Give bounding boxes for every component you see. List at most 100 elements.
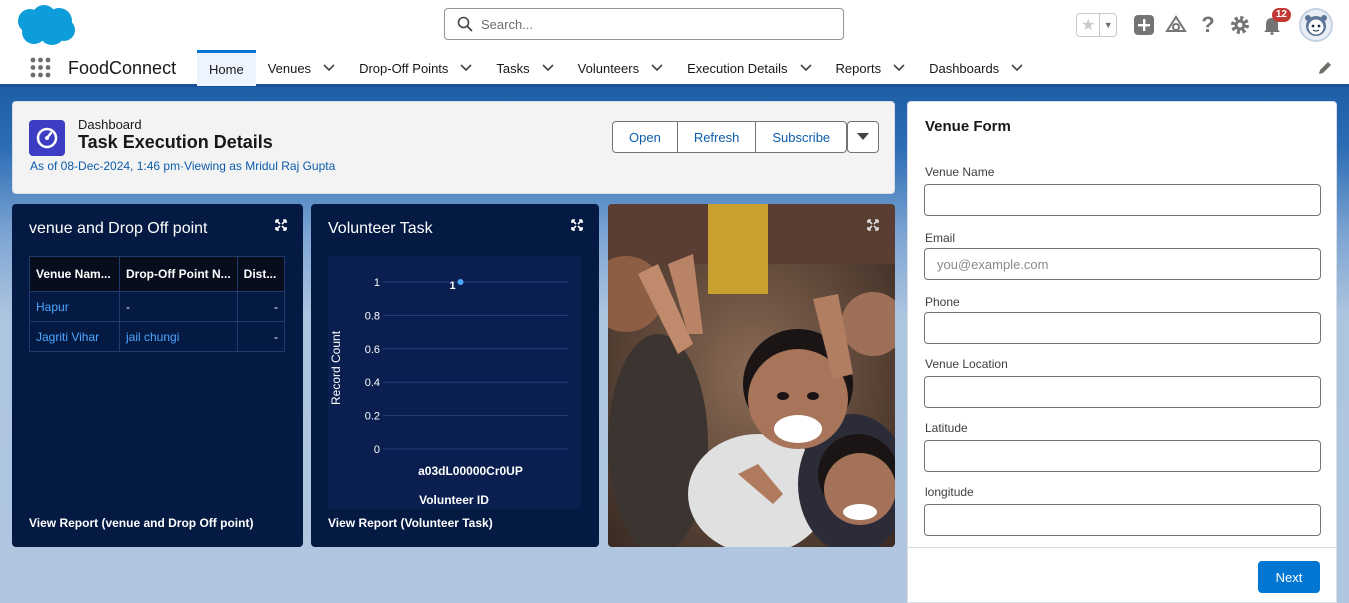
chevron-down-icon[interactable] bbox=[460, 64, 472, 72]
chevron-down-icon[interactable] bbox=[651, 64, 663, 72]
table-row: Hapur - - bbox=[29, 291, 286, 322]
page-title: Task Execution Details bbox=[78, 132, 273, 152]
table-cell-link[interactable]: Hapur bbox=[29, 291, 120, 322]
tab-reports[interactable]: Reports bbox=[824, 50, 918, 86]
dashboard-header: Dashboard Task Execution Details As of 0… bbox=[12, 101, 895, 194]
tab-home[interactable]: Home bbox=[197, 50, 256, 86]
dashboard-timestamp: As of 08-Dec-2024, 1:46 pm·Viewing as Mr… bbox=[30, 159, 336, 173]
table-cell: - bbox=[236, 321, 286, 352]
phone-label: Phone bbox=[925, 295, 960, 309]
phone-field[interactable] bbox=[924, 312, 1321, 344]
y-tick-label: 0.6 bbox=[365, 344, 380, 356]
notifications-button[interactable]: 12 bbox=[1261, 8, 1291, 36]
y-axis-label: Record Count bbox=[329, 330, 343, 405]
column-header[interactable]: Drop-Off Point N... bbox=[119, 256, 238, 292]
latitude-field[interactable] bbox=[924, 440, 1321, 472]
view-report-link[interactable]: View Report (venue and Drop Off point) bbox=[29, 516, 253, 530]
column-header[interactable]: Venue Nam... bbox=[29, 256, 120, 292]
star-icon[interactable]: ★ bbox=[1077, 14, 1101, 36]
children-photo bbox=[608, 204, 895, 547]
table-cell: - bbox=[119, 291, 238, 322]
volunteer-task-chart: 0 0.2 0.4 0.6 0.8 1 1 a03dL00000Cr0UP Volunteer … bbox=[328, 256, 581, 509]
refresh-button[interactable]: Refresh bbox=[678, 122, 757, 152]
trailhead-button[interactable] bbox=[1165, 14, 1187, 36]
avatar[interactable] bbox=[1299, 8, 1333, 42]
tab-volunteers[interactable]: Volunteers bbox=[566, 50, 675, 86]
chevron-down-icon[interactable] bbox=[799, 64, 812, 72]
caret-down-icon bbox=[857, 133, 869, 140]
venue-form-panel: Venue Form Venue Name Email Phone Venue … bbox=[907, 101, 1337, 603]
chevron-down-icon[interactable] bbox=[542, 64, 554, 72]
tab-label: Venues bbox=[267, 60, 312, 76]
notification-badge: 12 bbox=[1271, 8, 1291, 22]
widget-volunteer-task: Volunteer Task 0 0.2 0.4 0.6 0.8 1 1 a03dL00000… bbox=[311, 204, 599, 547]
y-tick-label: 1 bbox=[374, 277, 380, 289]
children-photo-image bbox=[608, 204, 895, 547]
tab-label: Reports bbox=[835, 60, 882, 76]
subscribe-button[interactable]: Subscribe bbox=[756, 122, 846, 152]
venue-name-field[interactable] bbox=[924, 184, 1321, 216]
salesforce-logo[interactable] bbox=[14, 4, 76, 46]
dashboard-icon bbox=[29, 120, 65, 156]
chevron-down-icon[interactable] bbox=[323, 64, 335, 72]
help-button[interactable]: ? bbox=[1197, 12, 1219, 37]
tab-label: Tasks bbox=[496, 60, 530, 76]
favorites-button[interactable]: ★ ▼ bbox=[1076, 13, 1117, 37]
app-navigation-bar: FoodConnect Home Venues Drop-Off Points … bbox=[0, 50, 1349, 87]
chart-svg: 0 0.2 0.4 0.6 0.8 1 1 a03dL00000Cr0UP Volunteer … bbox=[329, 277, 568, 507]
global-actions-button[interactable] bbox=[1133, 14, 1155, 36]
search-icon bbox=[457, 16, 473, 32]
tab-dashboards[interactable]: Dashboards bbox=[917, 50, 1035, 86]
dashboard-actions: Open Refresh Subscribe bbox=[612, 121, 848, 153]
tab-label: Dashboards bbox=[929, 60, 1000, 76]
tab-label: Home bbox=[209, 62, 244, 77]
tab-execution-details[interactable]: Execution Details bbox=[675, 50, 823, 86]
data-label: 1 bbox=[449, 280, 455, 292]
tab-label: Execution Details bbox=[687, 60, 788, 76]
venue-location-field[interactable] bbox=[924, 376, 1321, 408]
tab-drop-off-points[interactable]: Drop-Off Points bbox=[347, 50, 484, 86]
more-actions-button[interactable] bbox=[847, 121, 879, 153]
venue-table: Venue Nam... Drop-Off Point N... Dist...… bbox=[29, 256, 286, 352]
table-cell-link[interactable]: jail chungi bbox=[119, 321, 238, 352]
y-tick-label: 0.2 bbox=[365, 411, 380, 423]
user-avatar-icon bbox=[1301, 10, 1331, 40]
column-header[interactable]: Dist... bbox=[236, 256, 286, 292]
tab-venues[interactable]: Venues bbox=[256, 50, 347, 86]
widget-title: venue and Drop Off point bbox=[29, 220, 208, 237]
edit-nav-pencil-icon[interactable] bbox=[1317, 60, 1333, 76]
open-button[interactable]: Open bbox=[613, 122, 678, 152]
tab-tasks[interactable]: Tasks bbox=[484, 50, 565, 86]
expand-icon[interactable] bbox=[867, 219, 879, 231]
longitude-field[interactable] bbox=[924, 504, 1321, 536]
footer-divider bbox=[908, 547, 1336, 548]
global-search[interactable]: Search... bbox=[444, 8, 844, 40]
help-icon: ? bbox=[1201, 12, 1215, 37]
expand-icon[interactable] bbox=[571, 219, 583, 231]
tab-label: Drop-Off Points bbox=[359, 60, 449, 76]
chevron-down-icon[interactable] bbox=[893, 64, 905, 72]
y-tick-label: 0.8 bbox=[365, 310, 380, 322]
data-point bbox=[457, 279, 464, 285]
chevron-down-icon[interactable] bbox=[1011, 64, 1023, 72]
table-header-row: Venue Nam... Drop-Off Point N... Dist... bbox=[29, 256, 286, 292]
table-row: Jagriti Vihar jail chungi - bbox=[29, 321, 286, 352]
longitude-label: longitude bbox=[925, 485, 974, 499]
form-title: Venue Form bbox=[925, 118, 1011, 135]
setup-button[interactable] bbox=[1229, 14, 1251, 36]
record-type-label: Dashboard bbox=[78, 117, 142, 132]
app-launcher-icon[interactable] bbox=[30, 57, 51, 78]
view-report-link[interactable]: View Report (Volunteer Task) bbox=[328, 516, 493, 530]
email-label: Email bbox=[925, 231, 956, 245]
next-button[interactable]: Next bbox=[1258, 561, 1320, 593]
latitude-label: Latitude bbox=[925, 421, 968, 435]
chevron-down-icon[interactable]: ▼ bbox=[1100, 14, 1116, 36]
gear-icon bbox=[1231, 16, 1249, 34]
table-cell: - bbox=[236, 291, 286, 322]
venue-name-label: Venue Name bbox=[925, 165, 995, 179]
trailhead-icon bbox=[1165, 15, 1187, 32]
tab-label: Volunteers bbox=[577, 60, 640, 76]
email-field[interactable] bbox=[924, 248, 1321, 280]
table-cell-link[interactable]: Jagriti Vihar bbox=[29, 321, 120, 352]
expand-icon[interactable] bbox=[275, 219, 287, 231]
